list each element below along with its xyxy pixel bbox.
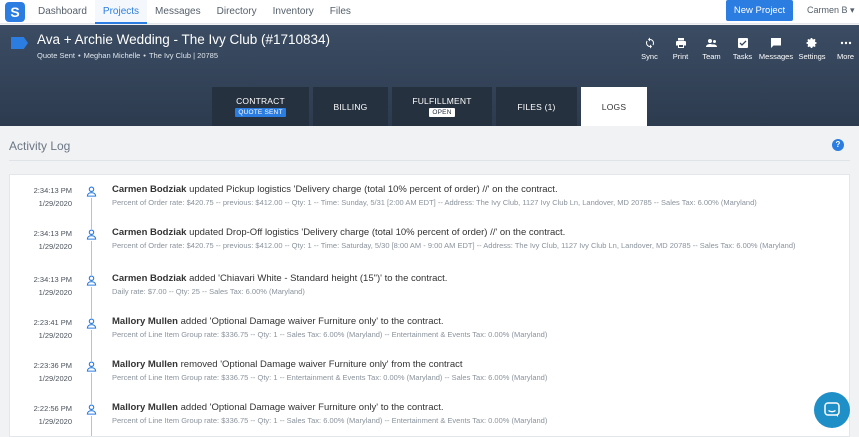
entry-detail: Percent of Order rate: $420.75 -- previo… bbox=[112, 241, 796, 250]
user-icon bbox=[86, 404, 97, 416]
entry-time: 2:34:13 PM bbox=[33, 186, 72, 195]
user-menu[interactable]: Carmen B ▾ bbox=[807, 0, 855, 21]
more-button[interactable]: More bbox=[830, 37, 859, 61]
new-project-button[interactable]: New Project bbox=[726, 0, 793, 21]
entry-time: 2:23:41 PM bbox=[33, 318, 72, 327]
user-icon bbox=[86, 275, 97, 287]
entry-user: Mallory Mullen bbox=[112, 359, 178, 370]
app-logo[interactable]: S bbox=[5, 2, 25, 22]
timeline-line bbox=[91, 187, 92, 436]
entry-user: Mallory Mullen bbox=[112, 402, 178, 413]
entry-user: Carmen Bodziak bbox=[112, 273, 187, 284]
project-title: Ava + Archie Wedding - The Ivy Club (#17… bbox=[37, 32, 331, 47]
user-icon bbox=[86, 318, 97, 330]
tasks-label: Tasks bbox=[732, 52, 753, 61]
project-status: Quote Sent bbox=[37, 51, 75, 60]
entry-detail: Percent of Order rate: $420.75 -- previo… bbox=[112, 198, 757, 207]
settings-button[interactable]: Settings bbox=[794, 37, 830, 61]
tab-contract-label: CONTRACT bbox=[236, 96, 285, 106]
project-header: Ava + Archie Wedding - The Ivy Club (#17… bbox=[0, 25, 859, 126]
entry-action: added 'Optional Damage waiver Furniture … bbox=[177, 402, 444, 413]
entry-action: added 'Optional Damage waiver Furniture … bbox=[177, 316, 444, 327]
print-icon bbox=[675, 38, 686, 48]
settings-icon bbox=[806, 38, 817, 48]
entry-date: 1/29/2020 bbox=[38, 374, 72, 383]
entry-action: updated Pickup logistics 'Delivery charg… bbox=[186, 184, 558, 195]
user-icon bbox=[86, 361, 97, 373]
entry-date: 1/29/2020 bbox=[38, 199, 72, 208]
tab-logs-label: LOGS bbox=[601, 101, 627, 112]
more-icon bbox=[840, 41, 851, 45]
nav-directory[interactable]: Directory bbox=[209, 0, 265, 24]
tab-contract[interactable]: CONTRACT QUOTE SENT bbox=[212, 87, 309, 126]
project-client[interactable]: Meghan Michelle bbox=[84, 51, 141, 60]
entry-action: updated Drop-Off logistics 'Delivery cha… bbox=[186, 227, 566, 238]
entry-detail: Daily rate: $7.00 -- Qty: 25 -- Sales Ta… bbox=[112, 287, 305, 296]
entry-date: 1/29/2020 bbox=[38, 288, 72, 297]
entry-action: removed 'Optional Damage waiver Furnitur… bbox=[177, 359, 463, 370]
sync-label: Sync bbox=[641, 52, 658, 61]
entry-time: 2:34:13 PM bbox=[33, 229, 72, 238]
tab-files-label: FILES (1) bbox=[517, 101, 556, 112]
entry-detail: Percent of Line Item Group rate: $336.75… bbox=[112, 416, 548, 425]
top-nav: S Dashboard Projects Messages Directory … bbox=[0, 0, 859, 24]
tab-fulfillment[interactable]: FULFILLMENT OPEN bbox=[392, 87, 492, 126]
user-icon bbox=[86, 229, 97, 241]
team-icon bbox=[705, 39, 717, 47]
divider bbox=[9, 160, 850, 161]
project-venue[interactable]: The Ivy Club | 20785 bbox=[149, 51, 218, 60]
nav-messages[interactable]: Messages bbox=[147, 0, 209, 24]
chat-launcher-button[interactable] bbox=[814, 392, 850, 428]
tab-billing-label: BILLING bbox=[333, 101, 368, 112]
activity-log-card: 2:34:13 PM 1/29/2020 Carmen Bodziak updat… bbox=[9, 174, 850, 437]
messages-icon bbox=[771, 38, 781, 48]
entry-user: Carmen Bodziak bbox=[112, 227, 187, 238]
nav-inventory[interactable]: Inventory bbox=[265, 0, 322, 24]
print-button[interactable]: Print bbox=[665, 37, 696, 61]
messages-label: Messages bbox=[758, 52, 794, 61]
settings-label: Settings bbox=[798, 52, 826, 61]
entry-detail: Percent of Line Item Group rate: $336.75… bbox=[112, 330, 548, 339]
tab-billing[interactable]: BILLING bbox=[313, 87, 388, 126]
messages-button[interactable]: Messages bbox=[758, 37, 794, 61]
tag-icon bbox=[11, 37, 28, 49]
tab-logs[interactable]: LOGS bbox=[581, 87, 647, 126]
tab-fulfillment-label: FULFILLMENT bbox=[412, 96, 472, 106]
chat-icon bbox=[824, 402, 840, 417]
sync-button[interactable]: Sync bbox=[634, 37, 665, 61]
user-icon bbox=[86, 186, 97, 198]
entry-time: 2:23:36 PM bbox=[33, 361, 72, 370]
sync-icon bbox=[645, 37, 654, 49]
entry-date: 1/29/2020 bbox=[38, 417, 72, 426]
nav-links: Dashboard Projects Messages Directory In… bbox=[30, 0, 359, 24]
project-subtitle: Quote Sent • Meghan Michelle • The Ivy Club … bbox=[37, 51, 219, 60]
nav-dashboard[interactable]: Dashboard bbox=[30, 0, 95, 24]
project-tabs: CONTRACT QUOTE SENT BILLING FULFILLMENT … bbox=[212, 87, 651, 126]
status-badge: OPEN bbox=[429, 108, 455, 117]
team-button[interactable]: Team bbox=[696, 37, 727, 61]
entry-time: 2:22:56 PM bbox=[33, 404, 72, 413]
entry-time: 2:34:13 PM bbox=[33, 275, 72, 284]
nav-files[interactable]: Files bbox=[322, 0, 359, 24]
entry-user: Carmen Bodziak bbox=[112, 184, 187, 195]
help-icon[interactable]: ? bbox=[832, 139, 844, 151]
entry-user: Mallory Mullen bbox=[112, 316, 178, 327]
more-label: More bbox=[836, 52, 855, 61]
tasks-icon bbox=[737, 38, 748, 48]
tab-files[interactable]: FILES (1) bbox=[496, 87, 577, 126]
entry-date: 1/29/2020 bbox=[38, 331, 72, 340]
team-label: Team bbox=[702, 52, 721, 61]
header-actions: Sync Print Team Tasks Messages Settings … bbox=[634, 37, 859, 61]
entry-action: added 'Chiavari White - Standard height … bbox=[186, 273, 448, 284]
entry-detail: Percent of Line Item Group rate: $336.75… bbox=[112, 373, 548, 382]
print-label: Print bbox=[672, 52, 689, 61]
nav-projects[interactable]: Projects bbox=[94, 0, 148, 24]
tasks-button[interactable]: Tasks bbox=[727, 37, 758, 61]
entry-date: 1/29/2020 bbox=[38, 242, 72, 251]
status-badge: QUOTE SENT bbox=[235, 108, 286, 117]
page-title: Activity Log bbox=[9, 139, 71, 153]
